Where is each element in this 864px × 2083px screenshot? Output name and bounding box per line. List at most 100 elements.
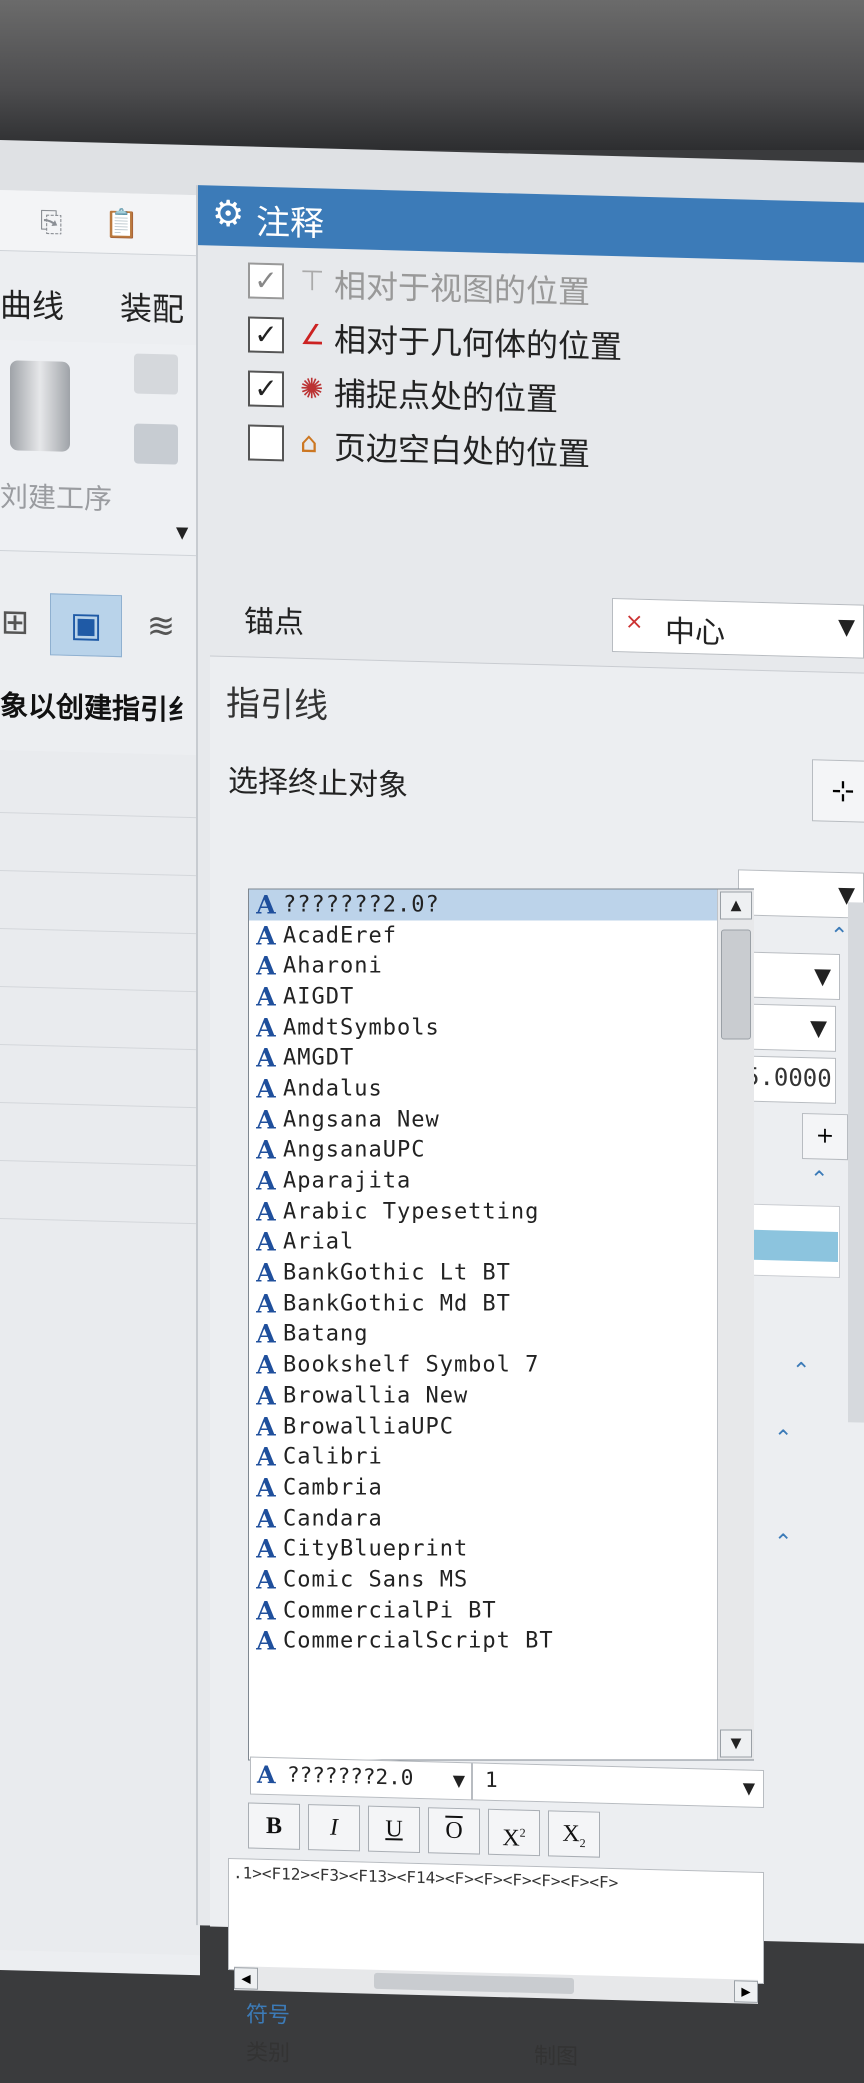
anchor-center-icon: ⨯ [625, 609, 644, 635]
scroll-left-icon[interactable]: ◀ [234, 1967, 258, 1990]
font-list-item[interactable]: A Bookshelf Symbol 7 [249, 1350, 717, 1381]
font-dropdown-list[interactable]: A ???????2.0? A AcadEref A Aharoni A AIGDT A Amdt… [248, 888, 754, 1761]
font-name: Andalus [283, 1076, 383, 1102]
font-type-icon: A [256, 1381, 276, 1411]
select-end-object-button[interactable]: ⊹ [812, 759, 864, 823]
font-list-item[interactable]: A BankGothic Lt BT [249, 1258, 717, 1289]
font-type-icon: A [256, 1197, 276, 1227]
font-type-icon: A [256, 1258, 276, 1288]
underline-button[interactable]: U [368, 1805, 420, 1853]
font-type-icon: A [256, 951, 276, 981]
font-type-icon: A [256, 921, 276, 951]
font-type-icon: A [256, 1319, 276, 1349]
tree-icon[interactable]: ⊞ [0, 591, 50, 653]
font-list-item[interactable]: A Cambria [249, 1473, 717, 1504]
menu-assembly[interactable]: 装配 [120, 283, 184, 331]
font-type-icon: A [256, 1105, 276, 1135]
font-name: BankGothic Lt BT [283, 1260, 511, 1286]
font-list-item[interactable]: A CityBlueprint [249, 1534, 717, 1565]
font-list-scrollbar[interactable]: ▲ ▼ [717, 889, 754, 1760]
bold-button[interactable]: B [248, 1802, 300, 1850]
chevron-up-icon[interactable]: ⌃ [774, 1530, 792, 1555]
selection-toolbar: ⊞ ▣ ≋ [0, 580, 200, 675]
font-type-icon: A [256, 982, 276, 1012]
menu-curve[interactable]: 曲线 [0, 280, 64, 328]
checkbox[interactable]: ✓ [248, 370, 284, 408]
font-list-item[interactable]: A Batang [249, 1319, 717, 1350]
font-list-item[interactable]: A Calibri [249, 1442, 717, 1473]
font-list-item[interactable]: A AngsanaUPC [249, 1135, 717, 1166]
font-name: AmdtSymbols [283, 1015, 440, 1041]
font-name: Cambria [283, 1475, 383, 1501]
chevron-up-icon[interactable]: ⌃ [774, 1426, 792, 1451]
create-operation-icon[interactable] [10, 360, 70, 452]
font-type-icon: A [256, 1565, 276, 1595]
origin-option-margin[interactable]: ⌂ 页边空白处的位置 [248, 418, 848, 484]
arrow-length-value: 5.0000 [745, 1062, 832, 1093]
feature-tree-icon[interactable]: ≋ [126, 595, 196, 657]
chevron-up-icon[interactable]: ⌃ [830, 924, 848, 949]
font-size-select[interactable]: 1 ▼ [472, 1762, 764, 1809]
annotation-text-input[interactable]: .1><F12><F3><F13><F14><F><F><F><F><F><F> [228, 1857, 764, 1985]
gear-icon[interactable]: ⚙ [212, 194, 244, 236]
leader-type-select[interactable]: ▼ [738, 869, 864, 919]
category-value[interactable]: 制图 [534, 2038, 578, 2071]
copy-icon[interactable]: ⎘ [40, 205, 74, 240]
scroll-down-icon[interactable]: ▼ [720, 1729, 752, 1758]
scrollbar-thumb[interactable] [721, 929, 751, 1040]
font-select[interactable]: A ???????2.0 ▼ [250, 1756, 472, 1801]
chevron-up-icon[interactable]: ⌃ [810, 1167, 828, 1192]
table-icon[interactable] [134, 353, 178, 395]
font-list-item[interactable]: A Aparajita [249, 1166, 717, 1197]
font-list-item[interactable]: A CommercialScript BT [249, 1626, 717, 1657]
font-type-icon: A [256, 1534, 276, 1564]
select-end-object-label: 选择终止对象 [228, 763, 408, 804]
chevron-up-icon[interactable]: ⌃ [792, 1359, 810, 1384]
italic-button[interactable]: I [308, 1804, 360, 1852]
geometry-position-icon: ∠ [300, 317, 326, 352]
dialog-scrollbar[interactable] [848, 902, 864, 1423]
component-tree-icon[interactable]: ▣ [50, 593, 122, 658]
font-list-item[interactable]: A Candara [249, 1503, 717, 1534]
font-list-item[interactable]: A ???????2.0? [249, 889, 717, 921]
checkbox[interactable]: ✓ [248, 316, 284, 354]
anchor-select[interactable]: ⨯ 中心 ▼ [612, 598, 864, 659]
menu-bar: 曲线 装配 [0, 270, 200, 335]
scroll-right-icon[interactable]: ▶ [734, 1980, 758, 2003]
superscript-button[interactable]: X2 [488, 1808, 540, 1857]
font-list-item[interactable]: A BankGothic Md BT [249, 1288, 717, 1319]
checkbox[interactable]: ✓ [248, 262, 284, 300]
font-list-item[interactable]: A Arial [249, 1227, 717, 1258]
font-list-item[interactable]: A AIGDT [249, 982, 717, 1013]
font-list-item[interactable]: A Arabic Typesetting [249, 1196, 717, 1227]
font-list-item[interactable]: A Aharoni [249, 951, 717, 982]
subscript-button[interactable]: X2 [548, 1810, 600, 1858]
add-leader-button[interactable]: + [802, 1113, 848, 1161]
leader-section-title: 指引线 [226, 683, 328, 727]
dialog-title: 注释 [256, 202, 324, 245]
font-list-item[interactable]: A BrowalliaUPC [249, 1411, 717, 1442]
margin-position-icon: ⌂ [300, 425, 318, 460]
hscrollbar-thumb[interactable] [374, 1972, 574, 1995]
option-label: 相对于视图的位置 [334, 266, 591, 312]
font-list-item[interactable]: A Browallia New [249, 1380, 717, 1411]
font-list-item[interactable]: A AmdtSymbols [249, 1012, 717, 1043]
font-type-icon: A [256, 890, 276, 920]
font-list-item[interactable]: A Comic Sans MS [249, 1565, 717, 1596]
overline-button[interactable]: O [428, 1807, 480, 1855]
ribbon-dropdown-icon[interactable]: ▼ [176, 523, 188, 542]
font-name: Browallia New [283, 1383, 469, 1409]
surface-icon[interactable] [134, 423, 178, 465]
font-list-item[interactable]: A AcadEref [249, 920, 717, 951]
font-list-item[interactable]: A Andalus [249, 1074, 717, 1105]
scroll-up-icon[interactable]: ▲ [720, 891, 752, 920]
font-list-item[interactable]: A CommercialPi BT [249, 1595, 717, 1626]
font-name: Aparajita [283, 1168, 412, 1194]
checkbox[interactable] [248, 424, 284, 462]
paste-icon[interactable]: 📋 [104, 207, 139, 242]
option-label: 捕捉点处的位置 [334, 374, 559, 419]
font-list-item[interactable]: A AMGDT [249, 1043, 717, 1074]
font-list-item[interactable]: A Angsana New [249, 1104, 717, 1135]
dialog-titlebar[interactable]: ⚙ 注释 [198, 185, 864, 263]
option-label: 页边空白处的位置 [334, 428, 591, 474]
